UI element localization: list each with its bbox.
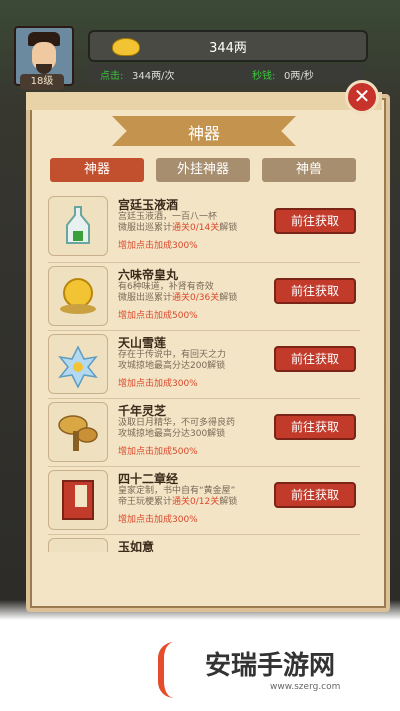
item-description: 宫廷玉液酒，一百八一杯 微服出巡累计通关0/14关解锁 [118,212,238,233]
item-description: 皇家定制，书中自有“黄金屋” 帝王玩梗累计通关0/12关解锁 [118,486,238,507]
divider [48,534,360,535]
panel-scroll-top [26,92,382,110]
item-bonus: 增加点击加成300% [118,241,198,251]
go-obtain-button[interactable]: 前往获取 [274,208,356,234]
divider [48,398,360,399]
watermark-text: 安瑞手游网 [205,651,336,681]
site-logo-icon [158,642,202,698]
list-item: 天山雪莲 存在于传说中，有回天之力 攻城掠地最高分达200解锁 增加点击加成30… [48,334,360,398]
list-item: 六味帝皇丸 有6种味道，补肾有奇效 微服出巡累计通关0/36关解锁 增加点击加成… [48,266,360,330]
item-name: 宫廷玉液酒 [118,198,179,212]
item-name: 天山雪莲 [118,336,167,350]
watermark-url: www.szerg.com [270,682,341,692]
lingzhi-mushroom-icon [48,402,108,462]
tap-rate-label: 点击: [100,71,124,82]
item-name: 千年灵芝 [118,404,167,418]
item-bonus: 增加点击加成500% [118,447,198,457]
go-obtain-button[interactable]: 前往获取 [274,414,356,440]
list-item: 玉如意 [48,538,360,552]
go-obtain-button[interactable]: 前往获取 [274,346,356,372]
sec-rate-value: 0两/秒 [284,71,314,82]
list-item: 宫廷玉液酒 宫廷玉液酒，一百八一杯 微服出巡累计通关0/14关解锁 增加点击加成… [48,196,360,260]
item-description: 存在于传说中，有回天之力 攻城掠地最高分达200解锁 [118,350,227,371]
player-level: 18级 [20,74,64,90]
sec-rate-label: 秒钱: [252,71,276,82]
item-name: 六味帝皇丸 [118,268,179,282]
book-icon [48,470,108,530]
tab-plugin-artifacts[interactable]: 外挂神器 [156,158,250,182]
list-item: 四十二章经 皇家定制，书中自有“黄金屋” 帝王玩梗累计通关0/12关解锁 增加点… [48,470,360,534]
avatar-beard [36,64,52,74]
panel-title: 神器 [187,124,220,143]
rate-bar: 点击: 344两/次 秒钱: 0两/秒 [88,64,364,84]
tab-divine-beasts[interactable]: 神兽 [262,158,356,182]
golden-pill-icon [48,266,108,326]
ruyi-icon [48,538,108,552]
item-bonus: 增加点击加成500% [118,311,198,321]
go-obtain-button[interactable]: 前往获取 [274,482,356,508]
tap-rate-value: 344两/次 [132,71,175,82]
item-name: 玉如意 [118,540,155,552]
item-description: 汲取日月精华，不可多得良药 攻城掠地最高分达300解锁 [118,418,236,439]
snow-lotus-icon [48,334,108,394]
item-bonus: 增加点击加成300% [118,515,198,525]
wine-bottle-icon [48,196,108,256]
item-name: 四十二章经 [118,472,179,486]
coin-value: 344两 [209,41,247,56]
go-obtain-button[interactable]: 前往获取 [274,278,356,304]
divider [48,466,360,467]
tab-artifacts[interactable]: 神器 [50,158,144,182]
item-bonus: 增加点击加成300% [118,379,198,389]
divider [48,330,360,331]
divider [48,262,360,263]
coin-bar: 344两 [88,30,368,62]
close-button[interactable]: ✕ [345,80,379,114]
list-item: 千年灵芝 汲取日月精华，不可多得良药 攻城掠地最高分达300解锁 增加点击加成5… [48,402,360,466]
item-description: 有6种味道，补肾有奇效 微服出巡累计通关0/36关解锁 [118,282,238,303]
